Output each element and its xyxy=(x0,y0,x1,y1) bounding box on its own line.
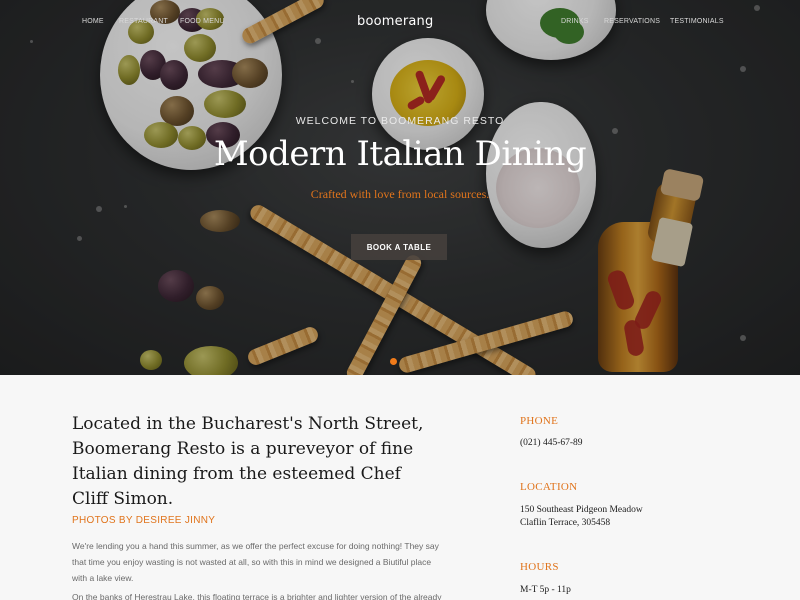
nav-reservations[interactable]: RESERVATIONS xyxy=(604,18,660,25)
nav-restaurant[interactable]: RESTAURANT xyxy=(119,18,168,25)
location-line1: 150 Southeast Pidgeon Meadow xyxy=(520,505,643,515)
photo-credit: PHOTOS BY DESIREE JINNY xyxy=(72,515,216,526)
hours-value: M-T 5p - 11p xyxy=(520,585,571,595)
phone-value[interactable]: (021) 445-67-89 xyxy=(520,437,583,450)
about-paragraph: On the banks of Herestrau Lake, this flo… xyxy=(72,592,442,600)
nav-testimonials[interactable]: TESTIMONIALS xyxy=(670,18,724,25)
slider-dot[interactable] xyxy=(390,358,397,365)
intro-heading: Located in the Bucharest's North Street,… xyxy=(72,414,424,509)
about-paragraph: We're lending you a hand this summer, as… xyxy=(72,541,439,583)
nav-drinks[interactable]: DRINKS xyxy=(561,18,589,25)
hero-title: Modern Italian Dining xyxy=(213,134,587,174)
hero-subtitle: Crafted with love from local sources. xyxy=(310,187,490,201)
hours-label: HOURS xyxy=(520,561,559,573)
location-line2: Claflin Terrace, 305458 xyxy=(520,518,611,528)
brand-logo[interactable]: boomerang xyxy=(357,14,433,29)
hero-kicker: WELCOME TO BOOMERANG RESTO xyxy=(295,115,505,127)
location-label: LOCATION xyxy=(520,481,578,493)
book-table-button[interactable]: BOOK A TABLE xyxy=(351,234,447,260)
nav-home[interactable]: HOME xyxy=(82,18,104,25)
phone-label: PHONE xyxy=(520,415,559,427)
hero-section: HOME RESTAURANT FOOD MENU boomerang DRIN… xyxy=(0,0,800,375)
nav-food-menu[interactable]: FOOD MENU xyxy=(180,18,225,25)
about-section: Located in the Bucharest's North Street,… xyxy=(0,375,800,600)
